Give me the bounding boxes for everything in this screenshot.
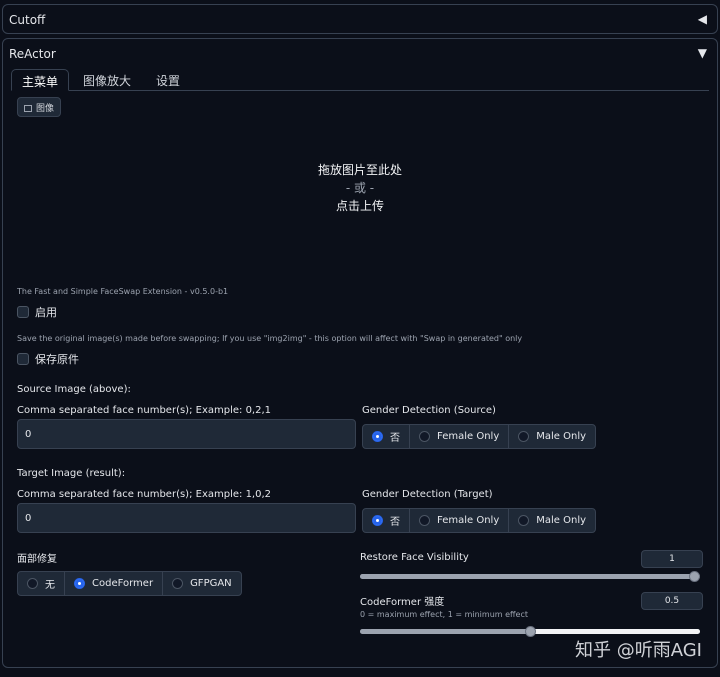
radio-dot: [419, 515, 430, 526]
image-icon: [24, 105, 32, 112]
enable-label: 启用: [35, 306, 57, 319]
tab-main-menu[interactable]: 主菜单: [11, 69, 70, 91]
upload-text: 点击上传: [335, 199, 384, 213]
save-original-checkbox[interactable]: 保存原件: [17, 351, 79, 367]
gender-target-option-female[interactable]: Female Only: [409, 508, 510, 533]
gender-source-option-female[interactable]: Female Only: [409, 424, 510, 449]
tab-settings[interactable]: 设置: [146, 69, 190, 91]
gender-target-option-no[interactable]: 否: [362, 508, 410, 533]
drop-or: - 或 -: [345, 181, 375, 195]
gender-target-radio: 否 Female Only Male Only: [362, 508, 597, 533]
codeformer-hint: 0 = maximum effect, 1 = minimum effect: [360, 610, 528, 619]
checkbox-box[interactable]: [17, 353, 29, 365]
gender-source-radio: 否 Female Only Male Only: [362, 424, 597, 449]
slider-handle[interactable]: [525, 626, 536, 637]
radio-dot: [518, 431, 530, 442]
option-label: 否: [390, 517, 400, 528]
reactor-title[interactable]: ReActor: [9, 47, 56, 61]
option-label: Male Only: [536, 515, 587, 526]
source-heading: Source Image (above):: [17, 384, 131, 395]
option-label: Female Only: [437, 515, 500, 526]
checkbox-box[interactable]: [17, 306, 29, 318]
save-original-label: 保存原件: [35, 353, 79, 366]
source-faces-input[interactable]: 0: [17, 419, 356, 449]
cutoff-title: Cutoff: [9, 13, 46, 27]
image-label: 图像: [17, 97, 62, 117]
version-text: The Fast and Simple FaceSwap Extension -…: [17, 287, 229, 296]
target-faces-label: Comma separated face number(s); Example:…: [17, 489, 272, 500]
radio-dot: [419, 431, 430, 442]
radio-dot: [172, 578, 184, 589]
target-heading: Target Image (result):: [17, 468, 126, 479]
gender-source-option-male[interactable]: Male Only: [508, 424, 597, 449]
image-upload-area[interactable]: 图像 拖放图片至此处 - 或 - 点击上传: [17, 97, 703, 317]
tab-upscale[interactable]: 图像放大: [73, 69, 141, 91]
gender-source-option-no[interactable]: 否: [362, 424, 410, 449]
slider-track: [530, 629, 700, 634]
enable-checkbox[interactable]: 启用: [17, 304, 57, 320]
option-label: 无: [45, 580, 55, 591]
radio-dot: [74, 578, 85, 589]
source-faces-label: Comma separated face number(s); Example:…: [17, 405, 272, 416]
option-label: CodeFormer: [92, 578, 154, 589]
gender-target-option-male[interactable]: Male Only: [508, 508, 597, 533]
restore-option-gfpgan[interactable]: GFPGAN: [162, 571, 242, 596]
codeformer-slider[interactable]: [360, 626, 700, 637]
slider-handle[interactable]: [689, 571, 700, 582]
slider-fill: [360, 574, 700, 579]
drop-text: 拖放图片至此处: [317, 163, 402, 177]
slider-fill: [360, 629, 530, 634]
image-label-text: 图像: [36, 104, 55, 114]
restore-label: 面部修复: [17, 554, 57, 565]
expand-arrow-icon[interactable]: ▼: [698, 46, 707, 60]
visibility-label: Restore Face Visibility: [360, 552, 469, 563]
target-faces-input[interactable]: 0: [17, 503, 356, 533]
collapse-arrow-icon[interactable]: ◀: [698, 12, 707, 26]
restore-option-codeformer[interactable]: CodeFormer: [64, 571, 164, 596]
option-label: Male Only: [536, 431, 587, 442]
watermark: 知乎 @听雨AGI: [575, 640, 702, 661]
gender-target-label: Gender Detection (Target): [362, 489, 493, 500]
save-original-hint: Save the original image(s) made before s…: [17, 334, 523, 343]
codeformer-number-input[interactable]: 0.5: [641, 592, 703, 610]
radio-dot: [372, 431, 383, 442]
radio-dot: [518, 515, 530, 526]
cutoff-accordion[interactable]: Cutoff ◀: [2, 4, 718, 34]
radio-dot: [27, 578, 38, 589]
visibility-slider[interactable]: [360, 571, 700, 582]
visibility-number-input[interactable]: 1: [641, 550, 703, 568]
codeformer-label: CodeFormer 强度: [360, 597, 445, 608]
gender-source-label: Gender Detection (Source): [362, 405, 496, 416]
drop-zone[interactable]: 拖放图片至此处 - 或 - 点击上传: [17, 161, 703, 215]
tab-bar: 主菜单 图像放大 设置: [11, 69, 709, 91]
option-label: GFPGAN: [190, 578, 232, 589]
option-label: Female Only: [437, 431, 500, 442]
option-label: 否: [390, 433, 400, 444]
restore-option-none[interactable]: 无: [17, 571, 65, 596]
restore-radio: 无 CodeFormer GFPGAN: [17, 571, 242, 596]
radio-dot: [372, 515, 383, 526]
